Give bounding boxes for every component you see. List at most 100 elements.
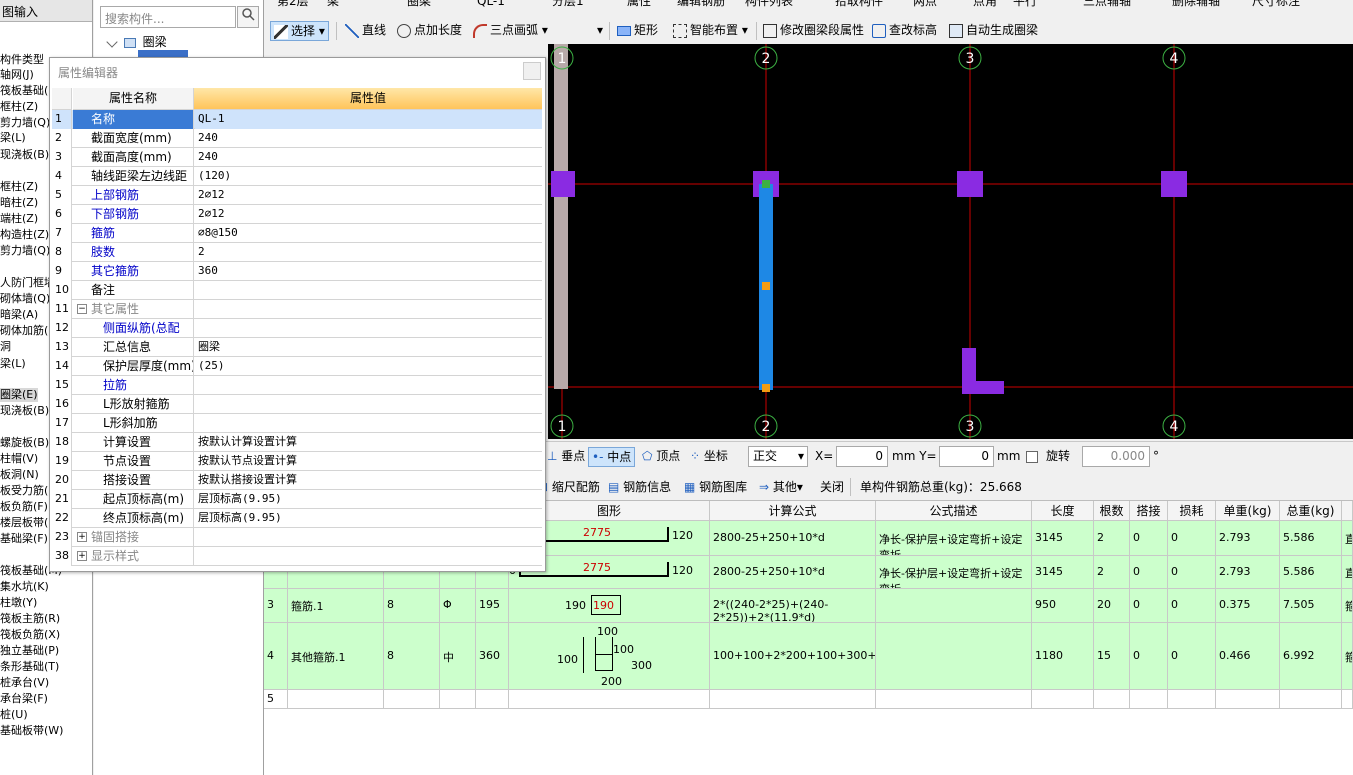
nav-item[interactable]: 板受力筋(S [0,484,55,498]
property-value[interactable]: 圈梁 [195,338,542,357]
nav-item[interactable]: 剪力墙(Q) [0,244,50,258]
unit-weight[interactable] [1216,690,1280,709]
toolbar1-item[interactable]: 构件列表 [742,0,796,12]
property-value[interactable] [195,395,542,414]
property-value[interactable]: 按默认计算设置计算 [195,433,542,452]
nav-item[interactable]: 筏板负筋(X) [0,628,60,642]
count[interactable]: 2 [1094,521,1130,556]
property-value[interactable]: 层顶标高(9.95) [195,490,542,509]
search-input[interactable]: 搜索构件... [100,6,236,28]
unit-weight[interactable]: 2.793 [1216,521,1280,556]
collapse-icon[interactable]: − [77,304,87,314]
rebar-library-button[interactable]: ▦ 钢筋图库 [684,478,747,498]
lap[interactable]: 0 [1130,521,1168,556]
toolbar1-item[interactable]: 两点 [910,0,940,12]
nav-item[interactable]: 承台梁(F) [0,692,48,706]
count[interactable] [1094,690,1130,709]
shape-code[interactable]: 360 [476,623,509,690]
loss[interactable]: 0 [1168,623,1216,690]
nav-item[interactable]: 基础梁(F) [0,532,48,546]
coord-snap[interactable]: ⁘ 坐标 [690,447,728,467]
vertex-snap[interactable]: ⬠ 顶点 [642,447,680,467]
loss[interactable]: 0 [1168,521,1216,556]
property-row[interactable]: 22 终点顶标高(m) 层顶标高(9.95) [52,509,542,528]
toolbar1-item[interactable]: QL-1 [474,0,508,12]
lap[interactable]: 0 [1130,623,1168,690]
nav-item[interactable]: 圈梁(E) [0,388,38,402]
formula[interactable]: 2800-25+250+10*d [710,521,876,556]
tree-root[interactable]: 圈梁 [106,33,167,50]
nav-item[interactable]: 条形基础(T) [0,660,59,674]
loss[interactable]: 0 [1168,589,1216,623]
nav-item[interactable]: 楼层板带( [0,516,48,530]
rect-button[interactable]: 矩形 [614,21,661,41]
total-weight[interactable]: 5.586 [1280,556,1342,589]
toolbar1-item[interactable]: 拾取构件 [832,0,886,12]
nav-item[interactable]: 螺旋板(B) [0,436,49,450]
other-button[interactable]: ⇒ 其他▾ [759,478,803,498]
property-value[interactable]: 按默认搭接设置计算 [195,471,542,490]
toolbar1-item[interactable]: 属性 [624,0,654,12]
length[interactable]: 3145 [1032,521,1094,556]
grade[interactable]: Φ [440,589,476,623]
count[interactable]: 2 [1094,556,1130,589]
toolbar1-item[interactable]: 第2层 [274,0,312,12]
nav-item[interactable]: 梁(L) [0,357,26,371]
select-button[interactable]: 选择 ▾ [270,21,329,41]
toolbar1-item[interactable]: 圈梁 [404,0,434,12]
property-row[interactable]: 21 起点顶标高(m) 层顶标高(9.95) [52,490,542,509]
nav-item[interactable]: 基础板带(W) [0,724,63,738]
property-row[interactable]: 20 搭接设置 按默认搭接设置计算 [52,471,542,490]
property-value[interactable] [195,376,542,395]
formula[interactable]: 2800-25+250+10*d [710,556,876,589]
total-weight[interactable]: 6.992 [1280,623,1342,690]
property-row[interactable]: 38 显示样式 + [52,547,542,566]
nav-item[interactable]: 暗柱(Z) [0,196,38,210]
loss[interactable]: 0 [1168,556,1216,589]
x-input[interactable]: 0 [836,446,888,467]
rotate-checkbox[interactable] [1026,451,1038,463]
property-row[interactable]: 7 箍筋 ⌀8@150 [52,224,542,243]
property-row[interactable]: 3 截面高度(mm) 240 [52,148,542,167]
toolbar1-item[interactable]: 分层1 [549,0,587,12]
shape-code[interactable]: 195 [476,589,509,623]
nav-item[interactable]: 轴网(J) [0,68,34,82]
property-row[interactable]: 9 其它箍筋 360 [52,262,542,281]
property-row[interactable]: 10 备注 [52,281,542,300]
expand-icon[interactable]: + [77,551,87,561]
property-value[interactable] [195,281,542,300]
modify-beam-props-button[interactable]: 修改圈梁段属性 [760,21,867,41]
perpendicular-snap[interactable]: ⊥ 垂点 [544,447,588,467]
toolbar1-item[interactable]: 编辑钢筋 [674,0,728,12]
property-row[interactable]: 1 名称 QL-1 [52,110,542,129]
nav-item[interactable]: 框柱(Z) [0,100,38,114]
bar-name[interactable]: 其他箍筋.1 [288,623,384,690]
property-value[interactable]: (120) [195,167,542,186]
property-row[interactable]: 18 计算设置 按默认计算设置计算 [52,433,542,452]
nav-item[interactable]: 桩(U) [0,708,28,722]
property-row[interactable]: 4 轴线距梁左边线距 (120) [52,167,542,186]
toolbar1-item[interactable]: 点角 [970,0,1000,12]
unit-weight[interactable]: 2.793 [1216,556,1280,589]
close-button[interactable] [523,62,541,80]
drawing-canvas[interactable]: 1 2 3 4 1 2 3 4 [548,44,1353,439]
length[interactable] [1032,690,1094,709]
three-point-arc-button[interactable]: 三点画弧 ▾ [470,21,551,41]
property-value[interactable] [195,528,542,547]
point-length-button[interactable]: 点加长度 [394,21,465,41]
formula-desc[interactable]: 净长-保护层+设定弯折+设定弯折 [876,556,1032,589]
rebar-info-button[interactable]: ▤ 钢筋信息 [608,478,671,498]
ortho-select[interactable]: 正交 ▾ [748,446,808,467]
nav-item[interactable]: 集水坑(K) [0,580,49,594]
nav-item[interactable]: 桩承台(V) [0,676,49,690]
expand-icon[interactable]: + [77,532,87,542]
shape-cell[interactable]: 190 190 [509,589,710,623]
nav-item[interactable]: 人防门框墙 [0,276,55,290]
y-input[interactable]: 0 [939,446,994,467]
formula-desc[interactable]: 净长-保护层+设定弯折+设定弯折 [876,521,1032,556]
lap[interactable] [1130,690,1168,709]
property-value[interactable]: (25) [195,357,542,376]
property-row[interactable]: 17 L形斜加筋 [52,414,542,433]
property-row[interactable]: 13 汇总信息 圈梁 [52,338,542,357]
property-value[interactable]: 360 [195,262,542,281]
